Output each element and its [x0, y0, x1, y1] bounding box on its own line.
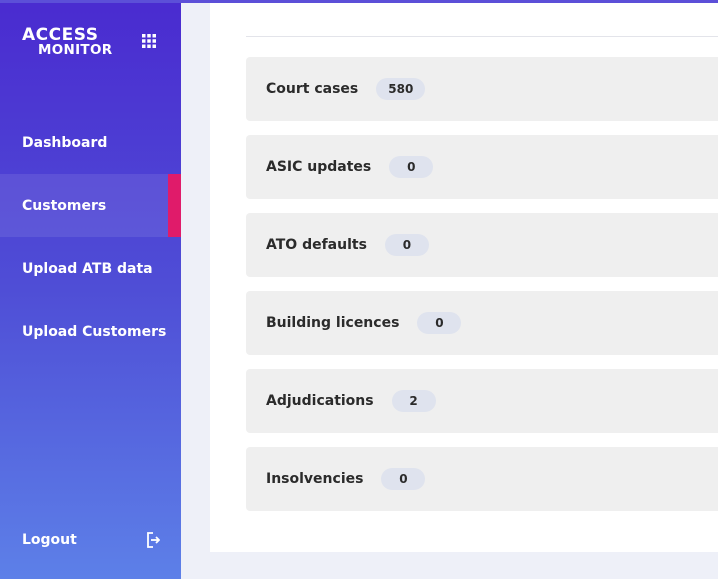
- row-label: ATO defaults: [266, 237, 367, 253]
- sidebar: ACCESS MONITOR Dashboard Customers Uploa…: [0, 0, 181, 579]
- apps-grid-icon[interactable]: [142, 34, 156, 48]
- logout-button[interactable]: Logout: [22, 530, 167, 552]
- count-badge: 0: [384, 234, 429, 256]
- top-accent-line: [0, 0, 718, 3]
- count-badge: 0: [417, 312, 462, 334]
- row-label: Adjudications: [266, 393, 374, 409]
- list-item-court-cases[interactable]: Court cases 580: [246, 57, 718, 121]
- row-label: Building licences: [266, 315, 400, 331]
- list-item-building-licences[interactable]: Building licences 0: [246, 291, 718, 355]
- sidebar-item-customers[interactable]: Customers: [0, 174, 181, 237]
- count-badge: 0: [389, 156, 434, 178]
- divider: [246, 36, 718, 37]
- brand-logo: ACCESS MONITOR: [22, 26, 132, 62]
- row-label: Insolvencies: [266, 471, 364, 487]
- list-item-ato-defaults[interactable]: ATO defaults 0: [246, 213, 718, 277]
- sidebar-item-dashboard[interactable]: Dashboard: [0, 111, 181, 174]
- count-badge: 0: [381, 468, 426, 490]
- list-item-insolvencies[interactable]: Insolvencies 0: [246, 447, 718, 511]
- brand-line-2: MONITOR: [38, 42, 113, 58]
- sidebar-item-upload-atb-data[interactable]: Upload ATB data: [0, 237, 181, 300]
- sidebar-item-label: Upload Customers: [22, 323, 167, 340]
- sidebar-item-label: Dashboard: [22, 134, 108, 151]
- row-label: ASIC updates: [266, 159, 372, 175]
- list-item-adjudications[interactable]: Adjudications 2: [246, 369, 718, 433]
- logout-icon: [147, 532, 160, 548]
- main-card: Court cases 580 ASIC updates 0 ATO defau…: [210, 0, 718, 552]
- count-badge: 580: [376, 78, 426, 100]
- sidebar-item-label: Customers: [22, 197, 107, 214]
- sidebar-item-label: Upload ATB data: [22, 260, 153, 277]
- count-badge: 2: [391, 390, 436, 412]
- row-label: Court cases: [266, 81, 359, 97]
- logout-label: Logout: [22, 532, 77, 548]
- list-item-asic-updates[interactable]: ASIC updates 0: [246, 135, 718, 199]
- sidebar-item-upload-customers[interactable]: Upload Customers: [0, 300, 181, 363]
- active-indicator: [168, 174, 181, 237]
